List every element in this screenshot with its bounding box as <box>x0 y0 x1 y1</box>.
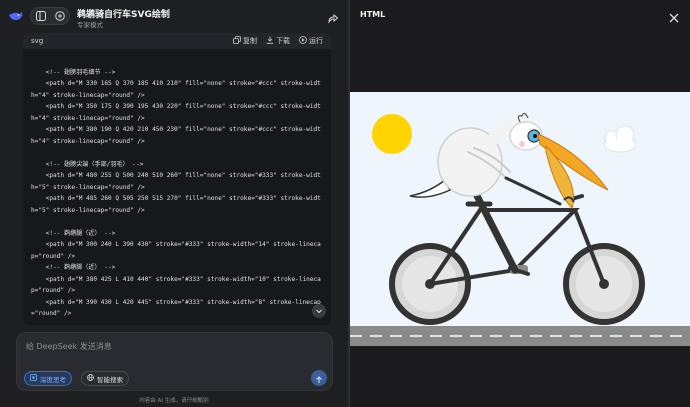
code-block-header: svg 复制 下载 运行 <box>23 33 331 49</box>
code-line: <!-- 翅膀羽毛细节 --> <box>31 68 116 76</box>
run-label: 运行 <box>309 37 323 45</box>
preview-pane: HTML <box>350 0 690 407</box>
new-chat-icon[interactable] <box>53 9 67 23</box>
code-line: <path d="M 390 430 L 420 445" stroke="#3… <box>31 298 321 306</box>
code-line: p="round" /> <box>31 252 76 260</box>
code-line: p="round" /> <box>31 287 76 294</box>
code-line: <!-- 翅膀尖端（手部/羽毛） --> <box>31 160 144 168</box>
run-icon <box>299 36 307 46</box>
code-line: ="round" /> <box>31 310 72 317</box>
copy-label: 复制 <box>243 37 257 45</box>
deep-think-icon <box>30 374 37 383</box>
close-icon[interactable] <box>668 9 680 23</box>
code-line: h="4" stroke-linecap="round" /> <box>31 114 145 122</box>
scroll-down-icon[interactable] <box>312 304 326 318</box>
code-line: <path d="M 480 255 Q 500 240 510 260" fi… <box>31 172 321 179</box>
code-language-label: svg <box>31 37 44 45</box>
web-search-label: 智能搜索 <box>97 375 123 384</box>
download-label: 下载 <box>276 37 290 45</box>
code-line: h="5" stroke-linecap="round" /> <box>31 183 145 191</box>
run-button[interactable]: 运行 <box>299 36 323 46</box>
code-line: <path d="M 350 175 Q 390 195 430 220" fi… <box>31 103 321 110</box>
code-content: <!-- 翅膀羽毛细节 --> <path d="M 330 165 Q 370… <box>31 55 331 325</box>
ai-disclaimer: 内容由 AI 生成，请仔细甄别 <box>139 398 209 404</box>
preview-title: HTML <box>360 10 386 19</box>
code-line: <path d="M 330 165 Q 370 185 410 210" fi… <box>31 80 321 87</box>
code-line: h="4" stroke-linecap="round" /> <box>31 91 145 99</box>
chat-pane: 鹈鹕骑自行车SVG绘制 专家模式 svg 复制 下载 运行 <!-- 翅膀羽毛细… <box>0 0 348 407</box>
sun <box>372 114 412 154</box>
download-button[interactable]: 下载 <box>266 36 290 46</box>
message-input[interactable]: 给 DeepSeek 发送消息 <box>26 341 112 352</box>
web-search-button[interactable]: 智能搜索 <box>81 371 129 386</box>
code-line: h="5" stroke-linecap="round" /> <box>31 206 145 214</box>
copy-icon <box>233 36 241 46</box>
message-input-box[interactable]: 给 DeepSeek 发送消息 深度思考 智能搜索 <box>16 332 333 391</box>
logo-icon[interactable] <box>8 8 24 24</box>
chat-header: 鹈鹕骑自行车SVG绘制 专家模式 <box>0 0 348 32</box>
code-block: svg 复制 下载 运行 <!-- 翅膀羽毛细节 --> <path d="M … <box>23 33 331 325</box>
send-button[interactable] <box>311 370 327 386</box>
sidebar-icon[interactable] <box>34 9 48 23</box>
chat-mode-label: 专家模式 <box>77 21 103 29</box>
deep-think-label: 深度思考 <box>40 375 66 384</box>
globe-icon <box>87 374 94 383</box>
copy-button[interactable]: 复制 <box>233 36 257 46</box>
share-icon[interactable] <box>327 9 339 24</box>
code-line: <path d="M 380 190 Q 420 210 450 230" fi… <box>31 126 321 133</box>
send-icon <box>315 369 323 388</box>
preview-header: HTML <box>350 0 690 32</box>
pelican-bicycle-preview <box>350 92 690 346</box>
code-line: <path d="M 300 240 L 390 430" stroke="#3… <box>31 241 321 248</box>
download-icon <box>266 36 274 46</box>
code-line: <!-- 鹈鹕脚（近） --> <box>31 264 116 271</box>
app-window: 鹈鹕骑自行车SVG绘制 专家模式 svg 复制 下载 运行 <!-- 翅膀羽毛细… <box>0 0 690 407</box>
deep-think-button[interactable]: 深度思考 <box>24 371 72 386</box>
code-line: <!-- 鹈鹕腿（近） --> <box>31 229 116 237</box>
code-line: <path d="M 380 425 L 410 440" stroke="#3… <box>31 275 321 283</box>
code-line: <path d="M 485 260 Q 505 250 515 270" fi… <box>31 195 321 202</box>
toolbar-toggle-group <box>30 7 70 25</box>
code-line: h="4" stroke-linecap="round" /> <box>31 137 145 145</box>
